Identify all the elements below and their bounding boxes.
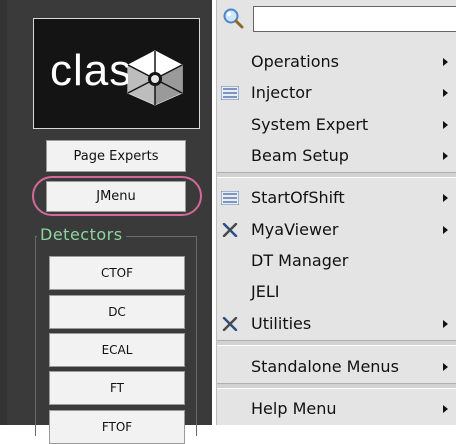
- menu-item-label: Beam Setup: [251, 146, 349, 165]
- menu-item-label: Injector: [251, 83, 312, 102]
- jmenu-highlight-ring: [32, 176, 202, 216]
- menu-separator: [217, 383, 456, 389]
- menu-item-label: System Expert: [251, 115, 369, 134]
- menu-item-label: MyaViewer: [251, 220, 339, 239]
- menu-item-utilities[interactable]: Utilities: [217, 311, 456, 337]
- search-input[interactable]: [253, 6, 456, 32]
- menu-item-start-of-shift[interactable]: StartOfShift: [217, 185, 456, 211]
- menu-item-mya-viewer[interactable]: MyaViewer: [217, 217, 456, 243]
- menu-item-dt-manager[interactable]: DT Manager: [217, 248, 456, 274]
- submenu-arrow-icon: [443, 226, 448, 234]
- search-icon: [223, 8, 244, 29]
- menu-item-injector[interactable]: Injector: [217, 80, 456, 106]
- menu-item-label: Help Menu: [251, 399, 337, 418]
- tools-icon: [222, 223, 238, 237]
- menu-item-system-expert[interactable]: System Expert: [217, 112, 456, 138]
- submenu-arrow-icon: [443, 194, 448, 202]
- menu-separator: [217, 340, 456, 346]
- submenu-arrow-icon: [443, 121, 448, 129]
- submenu-arrow-icon: [443, 363, 448, 371]
- menu-item-label: Operations: [251, 52, 339, 71]
- page-experts-button[interactable]: Page Experts: [46, 140, 186, 172]
- menu-item-label: Standalone Menus: [251, 357, 399, 376]
- detector-button-dc[interactable]: DC: [49, 295, 185, 329]
- detector-button-ftof[interactable]: FTOF: [49, 410, 185, 444]
- menu-item-label: StartOfShift: [251, 188, 345, 207]
- menu-item-operations[interactable]: Operations: [217, 49, 456, 75]
- menu-item-jeli[interactable]: JELI: [217, 279, 456, 305]
- submenu-arrow-icon: [443, 58, 448, 66]
- list-icon: [221, 191, 239, 205]
- clas-cube-icon: [127, 50, 183, 106]
- submenu-arrow-icon: [443, 152, 448, 160]
- detectors-title: Detectors: [37, 225, 126, 244]
- detector-button-ecal[interactable]: ECAL: [49, 333, 185, 367]
- tools-icon: [222, 317, 238, 331]
- menu-item-standalone-menus[interactable]: Standalone Menus: [217, 354, 456, 380]
- list-icon: [221, 86, 239, 100]
- left-panel: clas Page Experts JMenu Detectors CTOF D…: [0, 0, 212, 444]
- menu-item-label: DT Manager: [251, 251, 349, 270]
- submenu-arrow-icon: [443, 405, 448, 413]
- logo-text: clas: [50, 46, 133, 95]
- detector-button-ctof[interactable]: CTOF: [49, 256, 185, 290]
- menu-item-label: Utilities: [251, 314, 312, 333]
- submenu-arrow-icon: [443, 320, 448, 328]
- menu-item-beam-setup[interactable]: Beam Setup: [217, 143, 456, 169]
- menu-item-help-menu[interactable]: Help Menu: [217, 396, 456, 422]
- jmenu-popup: Operations Injector System Expert Beam S…: [216, 0, 456, 425]
- clas-logo: clas: [33, 18, 200, 129]
- detector-button-ft[interactable]: FT: [49, 371, 185, 405]
- menu-item-label: JELI: [251, 282, 280, 301]
- submenu-arrow-icon: [443, 89, 448, 97]
- menu-separator: [217, 172, 456, 178]
